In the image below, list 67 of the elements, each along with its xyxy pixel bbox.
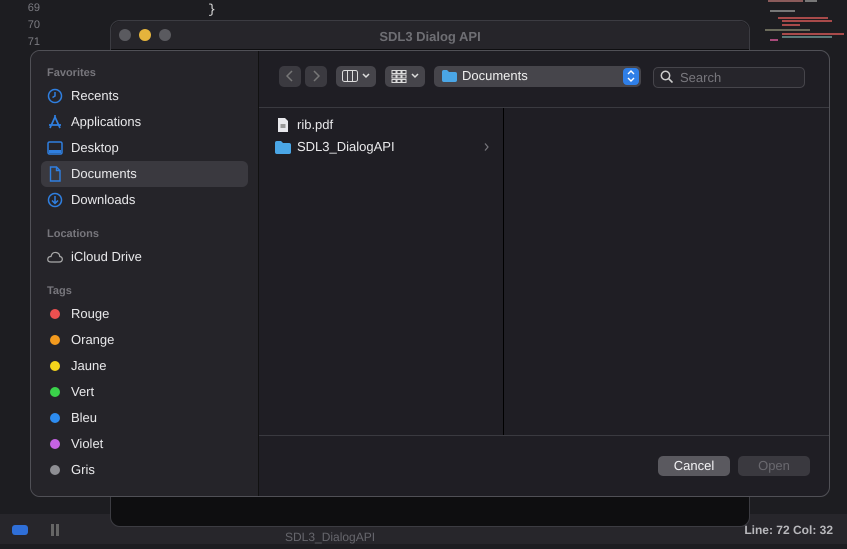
download-icon [47,192,63,208]
desktop-icon [47,140,63,156]
sidebar-item[interactable]: Documents [41,161,248,187]
item-label: Downloads [71,191,136,210]
file-name: rib.pdf [297,116,334,134]
file-row[interactable]: rib.pdf [259,114,503,136]
document-icon [47,166,63,182]
apps-icon [47,114,63,130]
item-label: Documents [71,165,137,184]
sidebar-item[interactable]: Downloads [41,187,248,213]
item-label: Recents [71,87,119,106]
code-line: } [208,1,216,19]
section-heading: Favorites [46,66,97,81]
chevron-icon [484,143,489,151]
sidebar-item[interactable]: Violet [41,431,248,457]
forward-button[interactable] [305,66,327,86]
item-label: Gris [71,461,95,480]
item-label: Orange [71,331,114,350]
item-label: Vert [71,383,94,402]
columns-icon [342,70,358,82]
window-title: SDL3 Dialog API [379,28,481,46]
stepper-icon [623,68,639,84]
sidebar-item[interactable]: iCloud Drive [41,244,248,270]
forward-icon [312,70,320,82]
item-label: Bleu [71,409,98,428]
file-name: SDL3_DialogAPI [297,138,395,156]
item-label: iCloud Drive [71,248,142,266]
file-row[interactable]: SDL3_DialogAPI [259,136,503,158]
sidebar-item[interactable]: Rouge [41,301,248,327]
view-columns-button[interactable] [336,66,376,86]
sidebar-item[interactable]: Applications [41,109,248,135]
item-label: Applications [71,113,142,132]
group-button[interactable] [385,66,425,86]
dialog-button[interactable]: Cancel [658,456,730,476]
file-name: SDL3_DialogAPI [285,529,376,546]
sidebar-item[interactable]: Gris [41,457,248,483]
line-number: 70 [26,18,40,33]
sidebar-item[interactable]: Vert [41,379,248,405]
folder-icon [442,70,457,82]
caret-icon [411,73,419,79]
clock-icon [47,88,63,104]
sidebar-item[interactable]: Orange [41,327,248,353]
section-heading: Locations [46,227,100,242]
back-button[interactable] [279,66,301,86]
pdf-file-icon [275,117,291,133]
toggle-icon[interactable] [12,525,28,535]
item-label: Violet [71,435,104,454]
grid-icon [391,70,407,82]
cloud-icon [47,249,63,265]
back-icon [286,70,294,82]
item-label: Rouge [71,305,110,324]
location-dropdown[interactable]: Documents [434,66,641,86]
cursor-position: Line: 72 Col: 32 [744,522,833,539]
sidebar-item[interactable]: Recents [41,83,248,109]
section-heading: Tags [46,284,73,299]
item-label: Jaune [71,357,106,376]
pause-icon[interactable] [50,523,60,537]
caret-icon [362,73,370,79]
sidebar-item[interactable]: Desktop [41,135,248,161]
item-label: Desktop [71,139,119,158]
line-number: 69 [26,1,40,16]
window-control[interactable] [139,29,151,41]
folder-icon [275,139,291,155]
search-field[interactable]: Search [653,66,805,88]
line-number: 71 [26,35,40,50]
sidebar-item[interactable]: Bleu [41,405,248,431]
sidebar-item[interactable]: Jaune [41,353,248,379]
